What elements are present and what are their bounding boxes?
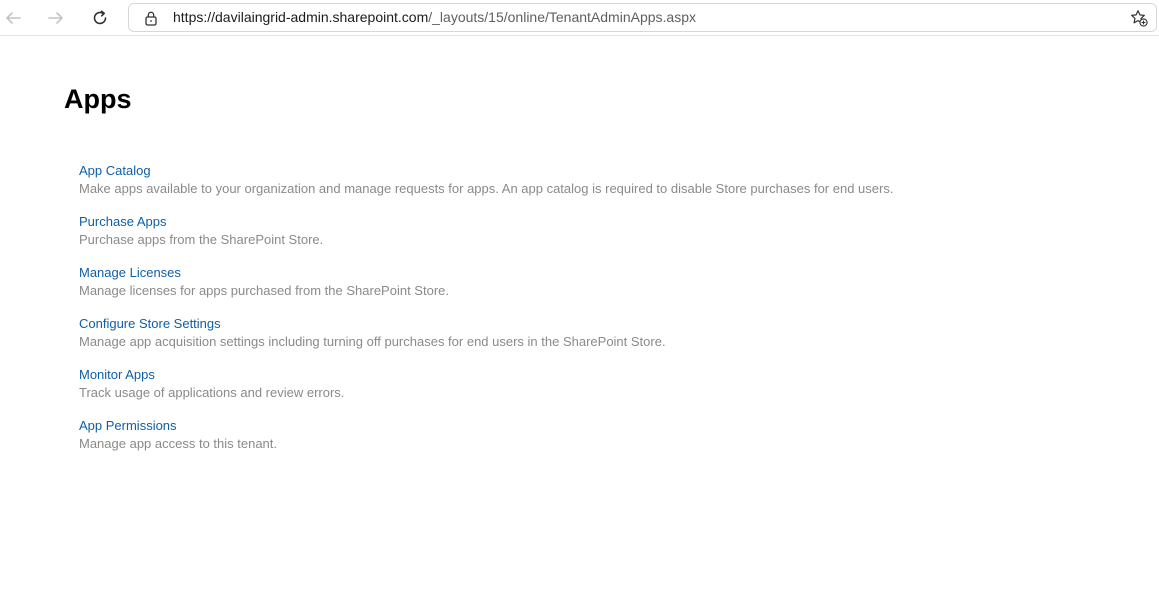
- url-path: /_layouts/15/online/TenantAdminApps.aspx: [428, 9, 696, 25]
- list-item-manage-licenses: Manage Licenses Manage licenses for apps…: [79, 264, 1079, 315]
- app-catalog-label: App Catalog: [79, 163, 151, 178]
- app-permissions-description: Manage app access to this tenant.: [79, 436, 278, 451]
- list-item-monitor-apps: Monitor Apps Track usage of applications…: [79, 366, 1079, 417]
- forward-arrow-icon: [48, 12, 63, 24]
- back-button[interactable]: [1, 6, 25, 30]
- url-text[interactable]: https://davilaingrid-admin.sharepoint.co…: [173, 4, 696, 31]
- refresh-button[interactable]: [88, 6, 112, 30]
- configure-store-settings-description: Manage app acquisition settings includin…: [79, 334, 666, 349]
- forward-button[interactable]: [44, 6, 68, 30]
- list-item-app-catalog: App Catalog Make apps available to your …: [73, 159, 1079, 213]
- address-bar[interactable]: https://davilaingrid-admin.sharepoint.co…: [128, 3, 1157, 32]
- purchase-apps-description: Purchase apps from the SharePoint Store.: [79, 232, 324, 247]
- url-domain: https://davilaingrid-admin.sharepoint.co…: [173, 9, 429, 25]
- list-item-app-permissions: App Permissions Manage app access to thi…: [79, 417, 1079, 468]
- back-arrow-icon: [6, 12, 21, 24]
- add-favorite-icon[interactable]: [1130, 9, 1148, 27]
- configure-store-settings-link[interactable]: Configure Store Settings: [79, 315, 221, 333]
- list-item-configure-store-settings: Configure Store Settings Manage app acqu…: [79, 315, 1079, 366]
- app-permissions-link[interactable]: App Permissions: [79, 417, 177, 435]
- apps-list: App Catalog Make apps available to your …: [73, 159, 1079, 468]
- list-item-purchase-apps: Purchase Apps Purchase apps from the Sha…: [79, 213, 1079, 264]
- monitor-apps-description: Track usage of applications and review e…: [79, 385, 345, 400]
- lock-icon[interactable]: [143, 10, 159, 26]
- page-title: Apps: [64, 84, 132, 114]
- app-catalog-link[interactable]: App Catalog: [73, 159, 156, 183]
- purchase-apps-link[interactable]: Purchase Apps: [79, 213, 166, 231]
- browser-toolbar: https://davilaingrid-admin.sharepoint.co…: [0, 0, 1159, 36]
- manage-licenses-link[interactable]: Manage Licenses: [79, 264, 181, 282]
- app-catalog-description: Make apps available to your organization…: [79, 181, 894, 196]
- refresh-icon: [93, 10, 107, 25]
- monitor-apps-link[interactable]: Monitor Apps: [79, 366, 155, 384]
- manage-licenses-description: Manage licenses for apps purchased from …: [79, 283, 449, 298]
